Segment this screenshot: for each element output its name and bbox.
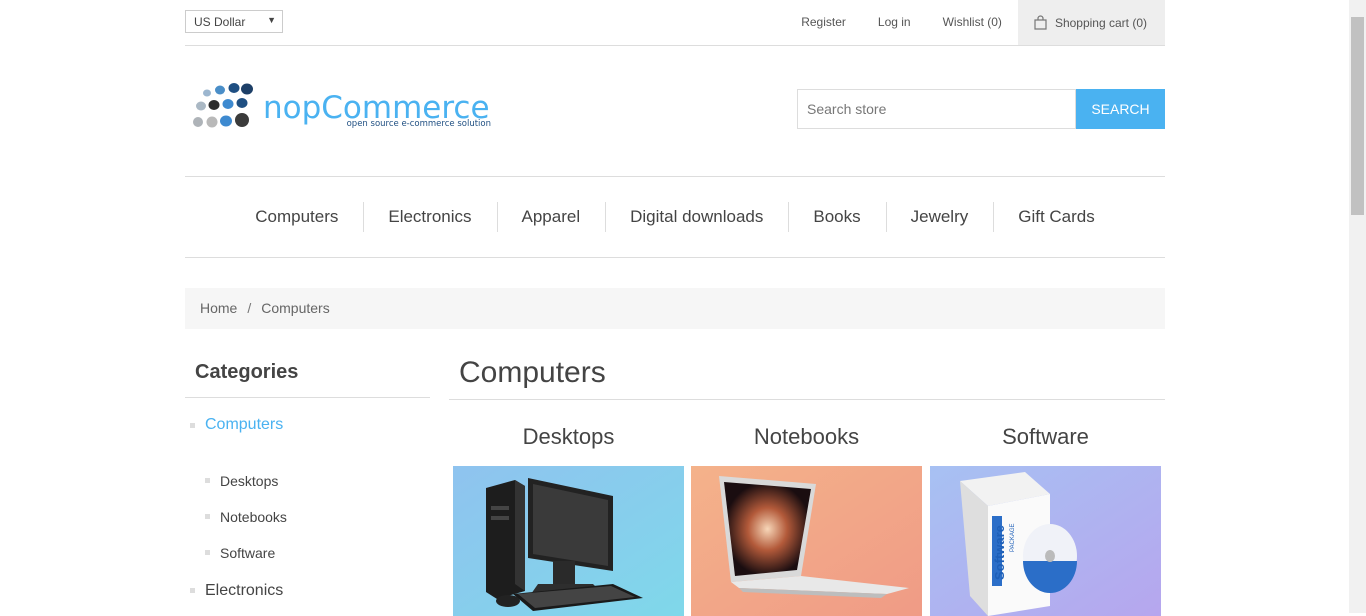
- subcategory-item-notebooks[interactable]: Notebooks: [185, 493, 430, 529]
- bullet-icon: [190, 588, 195, 593]
- category-item-computers[interactable]: Computers: [185, 398, 430, 457]
- wishlist-link[interactable]: Wishlist (0): [927, 0, 1018, 45]
- top-menu: Computers Electronics Apparel Digital do…: [185, 176, 1165, 258]
- software-image[interactable]: Software PACKAGE: [930, 466, 1161, 616]
- nopcommerce-logo-icon: nopCommerce open source e-commerce solut…: [193, 83, 491, 129]
- subcategory-title-desktops[interactable]: Desktops: [453, 422, 684, 452]
- search-button[interactable]: Search: [1076, 89, 1165, 129]
- menu-item-apparel[interactable]: Apparel: [496, 202, 606, 232]
- page-container: US Dollar ▼ Register Log in Wishlist (0)…: [185, 0, 1165, 616]
- search-form: Search: [797, 89, 1165, 129]
- dropdown-arrow-icon: ▼: [267, 15, 276, 25]
- header-links: Register Log in Wishlist (0) Shopping ca…: [785, 0, 1165, 45]
- currency-value: US Dollar: [194, 15, 246, 29]
- categories-title: Categories: [185, 350, 430, 398]
- logo-tagline: open source e-commerce solution: [347, 119, 491, 129]
- subcategory-desktops[interactable]: Desktops: [453, 422, 684, 616]
- subcategory-notebooks[interactable]: Notebooks: [691, 422, 922, 616]
- subcategory-title-software[interactable]: Software: [930, 422, 1161, 452]
- menu-item-books[interactable]: Books: [788, 202, 885, 232]
- subcategory-item-desktops[interactable]: Desktops: [185, 457, 430, 493]
- shopping-cart-link[interactable]: Shopping cart (0): [1017, 0, 1165, 45]
- subcategory-label-software: Software: [220, 545, 276, 561]
- svg-text:Software: Software: [992, 525, 1007, 580]
- bullet-icon: [190, 423, 195, 428]
- main-content: Computers Desktops Notebooks Software So…: [449, 350, 1165, 616]
- bullet-icon: [205, 514, 210, 519]
- menu-item-computers[interactable]: Computers: [230, 202, 363, 232]
- category-label-electronics: Electronics: [205, 582, 284, 599]
- category-label-computers: Computers: [205, 416, 284, 433]
- desktops-image[interactable]: [453, 466, 684, 616]
- breadcrumb-separator: /: [247, 300, 252, 316]
- subcategory-label-desktops: Desktops: [220, 473, 279, 489]
- breadcrumb-home-link[interactable]: Home: [200, 300, 237, 316]
- breadcrumb-current: Computers: [261, 300, 330, 316]
- shopping-bag-icon: [1034, 15, 1047, 30]
- notebooks-image[interactable]: [691, 466, 922, 616]
- subcategory-label-notebooks: Notebooks: [220, 509, 287, 525]
- subcategory-title-notebooks[interactable]: Notebooks: [691, 422, 922, 452]
- svg-text:PACKAGE: PACKAGE: [1010, 523, 1016, 552]
- search-input[interactable]: [797, 89, 1076, 129]
- subcategory-software[interactable]: Software Software PACKAGE: [930, 422, 1161, 616]
- sidebar: Categories Computers Desktops Notebooks …: [185, 350, 430, 605]
- store-logo[interactable]: nopCommerce open source e-commerce solut…: [190, 81, 495, 135]
- header-top-bar: US Dollar ▼ Register Log in Wishlist (0)…: [185, 0, 1165, 46]
- menu-item-electronics[interactable]: Electronics: [363, 202, 496, 232]
- breadcrumb: Home / Computers: [185, 288, 1165, 329]
- vertical-scrollbar[interactable]: [1349, 0, 1366, 613]
- shopping-cart-label: Shopping cart (0): [1054, 15, 1147, 30]
- bullet-icon: [205, 550, 210, 555]
- currency-select[interactable]: US Dollar ▼: [185, 10, 283, 33]
- menu-item-digital-downloads[interactable]: Digital downloads: [605, 202, 788, 232]
- menu-item-gift-cards[interactable]: Gift Cards: [993, 202, 1120, 232]
- bullet-icon: [205, 478, 210, 483]
- subcategory-item-software[interactable]: Software: [185, 529, 430, 565]
- page-title: Computers: [449, 350, 1165, 400]
- menu-item-jewelry[interactable]: Jewelry: [885, 202, 994, 232]
- category-item-electronics[interactable]: Electronics: [185, 565, 430, 605]
- login-link[interactable]: Log in: [862, 0, 927, 45]
- scrollbar-thumb[interactable]: [1351, 17, 1364, 215]
- register-link[interactable]: Register: [785, 0, 862, 45]
